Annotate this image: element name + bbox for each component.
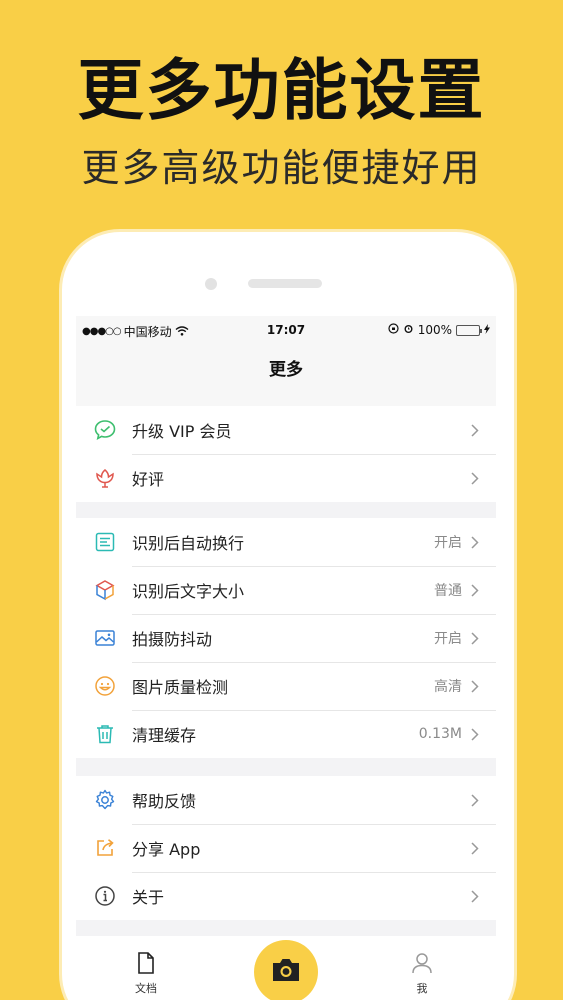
user-icon: [411, 953, 433, 978]
share-icon: [92, 835, 118, 861]
chevron-right-icon: [468, 727, 482, 741]
app-screen: ●●●○○ 中国移动 17:07 100% 更多 升级 VIP 会员 好评 识别…: [76, 316, 496, 1000]
phone-frame: ●●●○○ 中国移动 17:07 100% 更多 升级 VIP 会员 好评 识别…: [62, 232, 514, 1000]
row-label: 关于: [132, 888, 165, 907]
status-bar: ●●●○○ 中国移动 17:07 100%: [76, 316, 496, 344]
nav-title: 更多: [76, 344, 496, 406]
phone-camera: [205, 278, 217, 290]
row-value: 开启: [434, 535, 462, 551]
chevron-right-icon: [468, 423, 482, 437]
chevron-right-icon: [468, 679, 482, 693]
camera-icon: [271, 957, 301, 987]
tab-documents[interactable]: 文档: [116, 952, 176, 996]
settings-row-rate[interactable]: 好评: [76, 454, 496, 502]
chevron-right-icon: [468, 889, 482, 903]
settings-row-share[interactable]: 分享 App: [76, 824, 496, 872]
row-label: 帮助反馈: [132, 792, 197, 811]
settings-group-1: 升级 VIP 会员 好评: [76, 406, 496, 502]
tab-me[interactable]: 我: [392, 952, 452, 996]
chevron-right-icon: [468, 471, 482, 485]
promo-title: 更多功能设置: [77, 52, 486, 129]
row-label: 识别后文字大小: [132, 582, 245, 601]
cube-icon: [92, 577, 118, 603]
tab-me-label: 我: [416, 982, 428, 995]
gear-icon: [92, 787, 118, 813]
charging-icon: [484, 323, 490, 337]
alarm-icon: [403, 323, 414, 337]
row-label: 分享 App: [132, 840, 201, 859]
text-wrap-icon: [92, 529, 118, 555]
chevron-right-icon: [468, 583, 482, 597]
chevron-right-icon: [468, 535, 482, 549]
settings-row-text-size[interactable]: 识别后文字大小 普通: [76, 566, 496, 614]
promo-subtitle: 更多高级功能便捷好用: [81, 146, 482, 190]
row-value: 开启: [434, 631, 462, 647]
row-label: 图片质量检测: [132, 678, 229, 697]
chevron-right-icon: [468, 793, 482, 807]
camera-button[interactable]: [254, 940, 318, 1000]
document-icon: [136, 952, 156, 978]
settings-group-3: 帮助反馈 分享 App 关于: [76, 776, 496, 920]
row-label: 清理缓存: [132, 726, 197, 745]
phone-speaker: [248, 279, 322, 288]
row-value: 0.13M: [418, 726, 462, 742]
row-value: 普通: [434, 583, 462, 599]
settings-row-quality-check[interactable]: 图片质量检测 高清: [76, 662, 496, 710]
chevron-right-icon: [468, 631, 482, 645]
settings-row-clear-cache[interactable]: 清理缓存 0.13M: [76, 710, 496, 758]
rotation-lock-icon: [388, 323, 399, 337]
tab-documents-label: 文档: [135, 982, 157, 995]
chevron-right-icon: [468, 841, 482, 855]
vip-chat-icon: [92, 417, 118, 443]
settings-row-help[interactable]: 帮助反馈: [76, 776, 496, 824]
tab-bar: 文档 我: [76, 936, 496, 1000]
battery-icon: [456, 324, 482, 336]
settings-row-stabilize[interactable]: 拍摄防抖动 开启: [76, 614, 496, 662]
battery-percent: 100%: [417, 323, 452, 337]
row-label: 升级 VIP 会员: [132, 422, 232, 441]
trash-icon: [92, 721, 118, 747]
info-icon: [92, 883, 118, 909]
smile-icon: [92, 673, 118, 699]
row-value: 高清: [434, 679, 462, 695]
image-icon: [92, 625, 118, 651]
settings-row-about[interactable]: 关于: [76, 872, 496, 920]
row-label: 好评: [132, 470, 165, 489]
flower-icon: [92, 465, 118, 491]
settings-row-vip[interactable]: 升级 VIP 会员: [76, 406, 496, 454]
settings-group-2: 识别后自动换行 开启 识别后文字大小 普通 拍摄防抖动 开启 图片质量检测 高清…: [76, 518, 496, 758]
row-label: 识别后自动换行: [132, 534, 245, 553]
row-label: 拍摄防抖动: [132, 630, 213, 649]
settings-row-auto-wrap[interactable]: 识别后自动换行 开启: [76, 518, 496, 566]
